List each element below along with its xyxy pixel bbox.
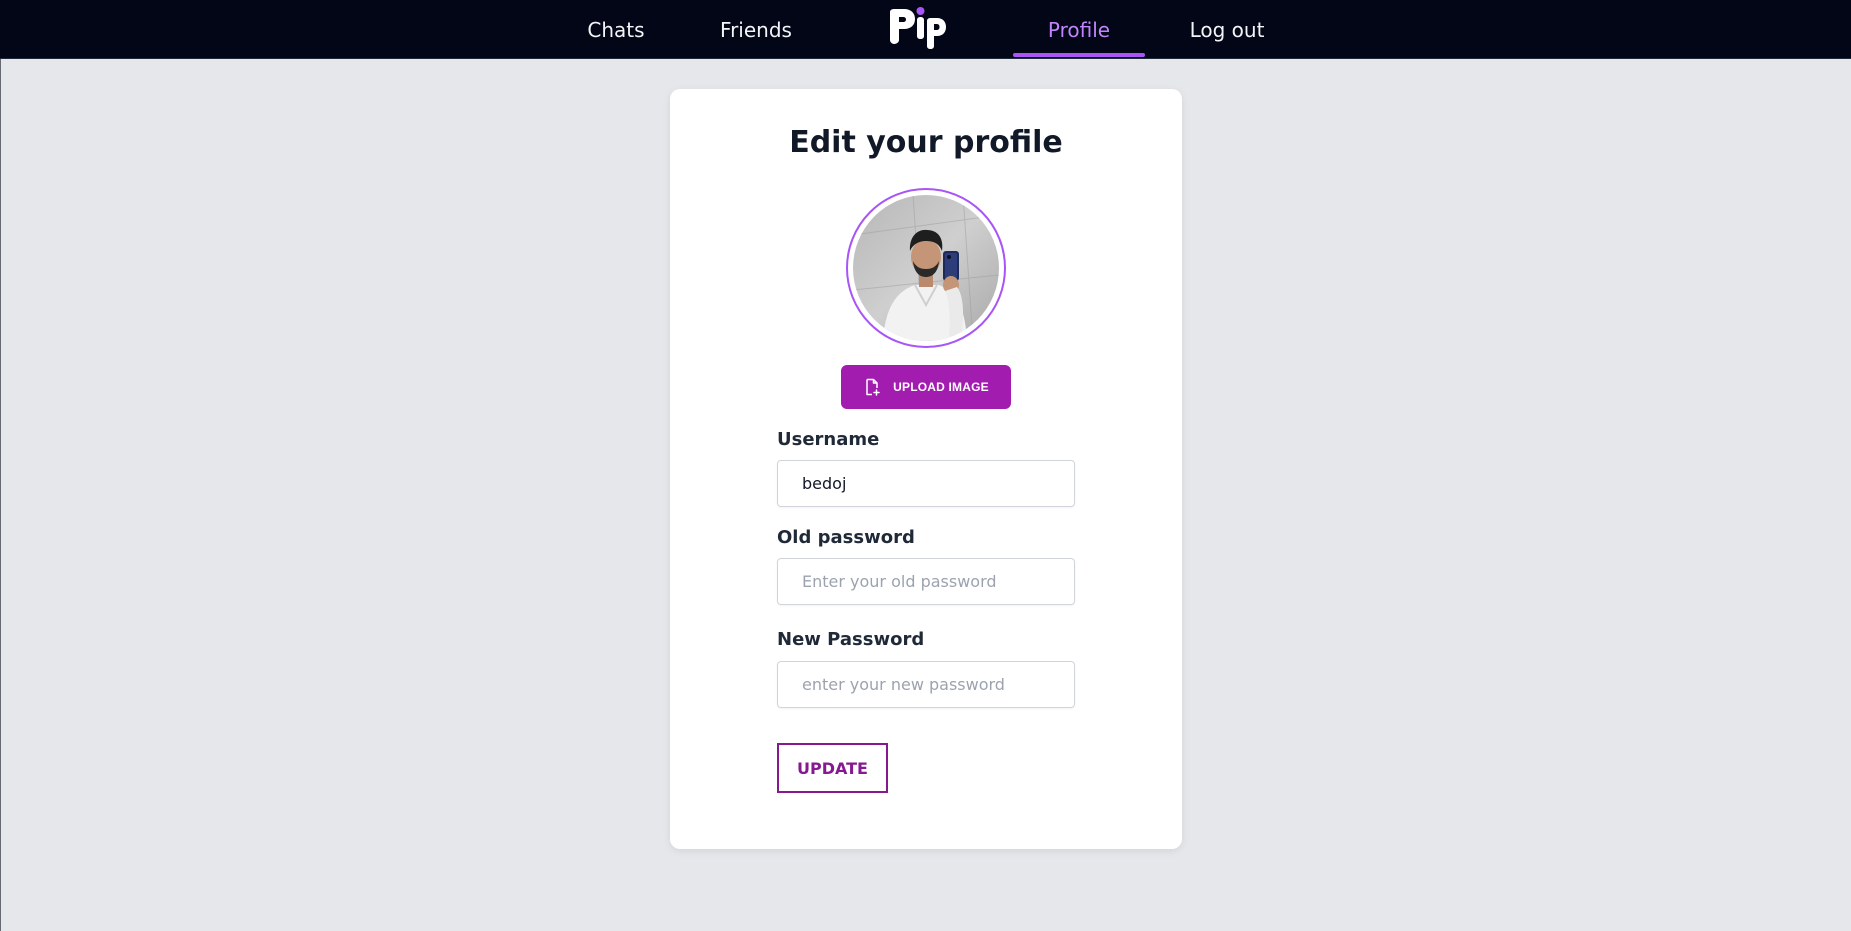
upload-image-label: UPLOAD IMAGE bbox=[893, 380, 989, 394]
old-password-label: Old password bbox=[777, 527, 915, 548]
avatar bbox=[853, 195, 999, 341]
file-plus-icon bbox=[863, 378, 881, 396]
page-title: Edit your profile bbox=[789, 125, 1063, 160]
new-password-label: New Password bbox=[777, 629, 925, 650]
nav-friends-link[interactable]: Friends bbox=[714, 0, 798, 59]
pip-logo[interactable] bbox=[882, 4, 952, 54]
nav-chats-link[interactable]: Chats bbox=[580, 0, 652, 59]
left-border bbox=[0, 59, 1, 931]
username-input[interactable] bbox=[777, 460, 1075, 507]
nav-logout-link[interactable]: Log out bbox=[1186, 0, 1268, 59]
new-password-input[interactable] bbox=[777, 661, 1075, 708]
update-button[interactable]: UPDATE bbox=[777, 743, 888, 793]
username-label: Username bbox=[777, 429, 880, 450]
edit-profile-card: Edit your profile UPLOAD IMAGE Username … bbox=[670, 89, 1182, 849]
navbar: Chats Friends Profile Log out bbox=[0, 0, 1851, 59]
old-password-input[interactable] bbox=[777, 558, 1075, 605]
nav-profile-link[interactable]: Profile bbox=[1013, 0, 1145, 59]
avatar-ring bbox=[846, 188, 1006, 348]
upload-image-button[interactable]: UPLOAD IMAGE bbox=[841, 365, 1011, 409]
